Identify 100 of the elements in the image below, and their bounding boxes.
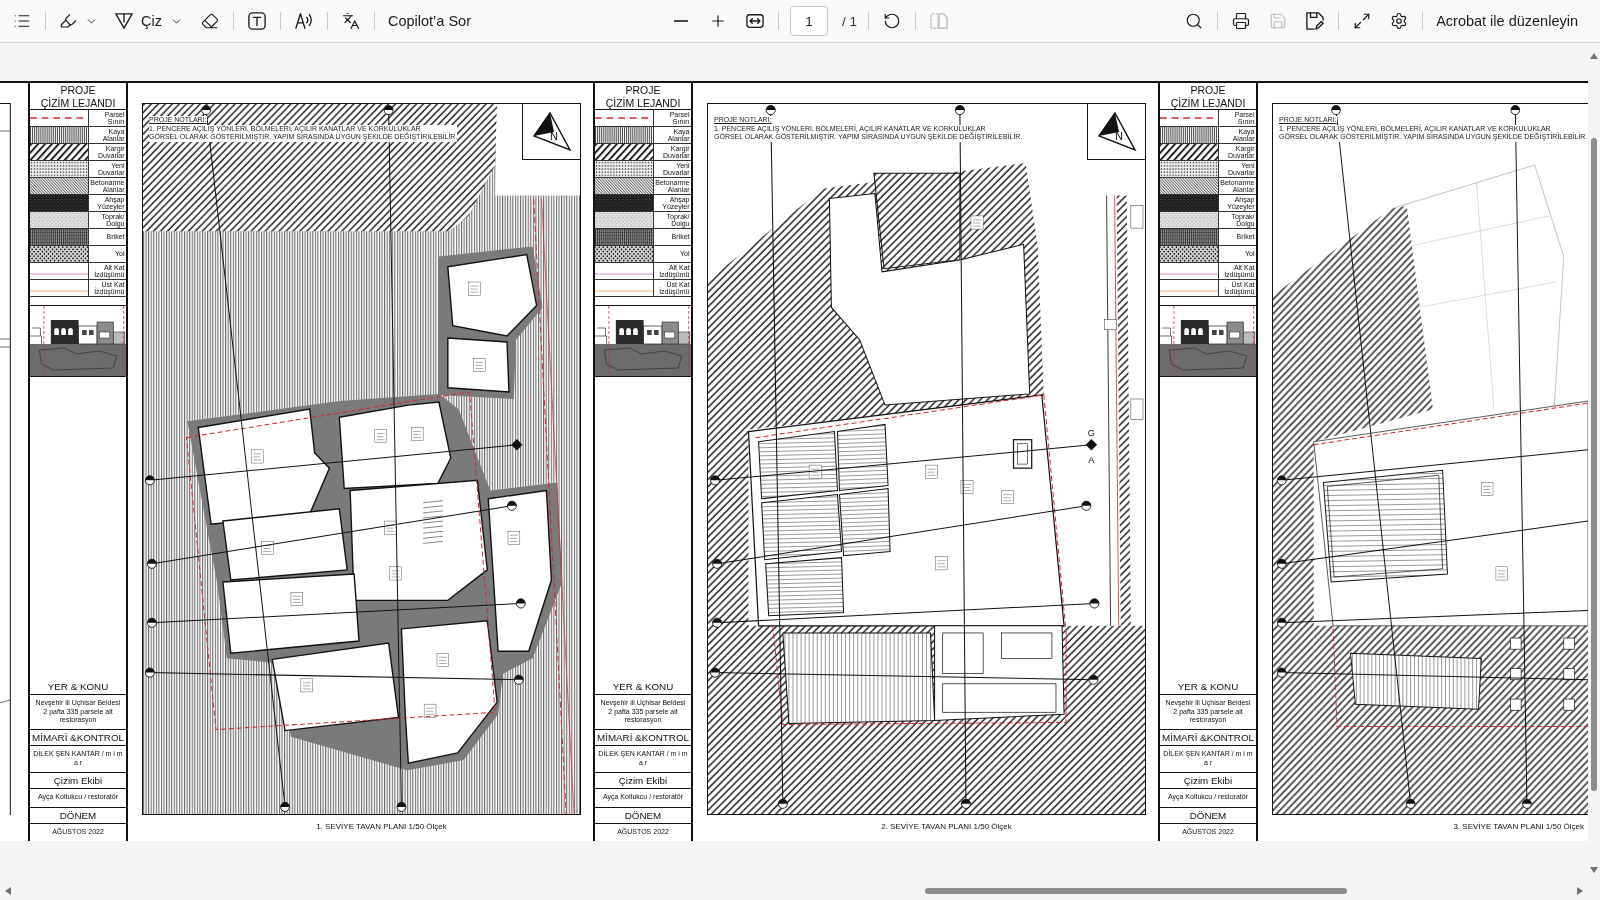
page-count: / 1: [842, 13, 857, 29]
column-square: [1563, 668, 1575, 681]
grid-hatch-swatch-icon: [30, 229, 88, 245]
room-tag: [925, 464, 938, 479]
room-tag: [473, 358, 486, 372]
room-tag: [507, 531, 521, 545]
diagonal-hatch-swatch-icon: [595, 144, 653, 160]
room-tag: [808, 464, 822, 479]
legend-title: PROJE ÇİZİM LEJANDI: [1160, 83, 1256, 110]
room-tag: [423, 703, 437, 718]
room-tag: [384, 520, 397, 535]
room-tag: [374, 429, 387, 443]
plan-caption: 2. SEVİYE TAVAN PLANI 1/50 Ölçek: [881, 822, 1012, 832]
north-arrow-icon: [1096, 111, 1137, 152]
search-icon: [1185, 12, 1204, 30]
room-tag: [290, 592, 303, 606]
plan-caption: 1. SEVİYE TAVAN PLANI 1/50 Ölçek: [316, 822, 447, 832]
legend-title: PROJE ÇİZİM LEJANDI: [595, 83, 691, 110]
title-block-heading: MİMARİ &KONTROL: [30, 729, 126, 746]
column-square: [1510, 698, 1522, 711]
room-tag: [251, 449, 264, 464]
diagonal-hatch-swatch-icon: [1160, 144, 1218, 160]
grid-hatch-swatch-icon: [595, 229, 653, 245]
printer-icon: [1232, 12, 1251, 30]
room-tag: [1001, 490, 1014, 504]
scrollbar-thumb[interactable]: [1591, 138, 1597, 791]
scroll-down-icon[interactable]: [1590, 866, 1598, 874]
thin-line-swatch-icon: [30, 290, 88, 292]
checkered-swatch-icon: [595, 246, 653, 262]
highlighter-icon: [59, 12, 77, 30]
dark-texture-swatch-icon: [30, 195, 88, 211]
text-box-icon: [247, 12, 266, 30]
thin-line-swatch-icon: [595, 273, 653, 275]
dotted-swatch-icon: [30, 161, 88, 177]
thin-line-swatch-icon: [30, 273, 88, 275]
checkered-swatch-icon: [1160, 246, 1218, 262]
read-aloud-icon: [294, 12, 313, 30]
title-block-heading: YER & KONU: [1176, 680, 1240, 695]
page-number-field[interactable]: 1: [790, 6, 828, 36]
title-block-heading: MİMARİ &KONTROL: [595, 729, 691, 746]
title-block-heading: Çizim Ekibi: [30, 772, 126, 789]
title-block-heading: YER & KONU: [46, 680, 110, 695]
copilot-button[interactable]: Copilot’a Sor: [381, 5, 477, 37]
expand-icon: [1353, 12, 1372, 30]
dark-texture-swatch-icon: [1160, 195, 1218, 211]
column-square: [1563, 698, 1575, 711]
title-block-heading: DÖNEM: [30, 806, 126, 823]
two-page-icon: [930, 12, 948, 30]
plan-caption: 3. SEVİYE TAVAN PLANI 1/50 Ölçek: [1453, 822, 1584, 832]
room-tag: [261, 541, 274, 555]
settings-icon: [1390, 12, 1409, 30]
title-block-heading: MİMARİ &KONTROL: [1160, 729, 1256, 746]
save-edit-icon: [1306, 12, 1325, 30]
pen-tip-icon: [115, 12, 133, 30]
speckled-swatch-icon: [1160, 212, 1218, 228]
diagonal-hatch-swatch-icon: [30, 144, 88, 160]
column-square: [1510, 637, 1522, 650]
vertical-hatch-swatch-icon: [1160, 127, 1218, 143]
legend-title: PROJE ÇİZİM LEJANDI: [30, 83, 126, 110]
checkered-swatch-icon: [30, 246, 88, 262]
edit-in-acrobat-button[interactable]: Acrobat ile düzenleyin: [1430, 5, 1584, 37]
title-block-heading: Çizim Ekibi: [1160, 772, 1256, 789]
room-tag: [468, 281, 481, 296]
room-tag: [1481, 482, 1494, 496]
shaft-outline: [1012, 439, 1033, 469]
scrollbar-thumb[interactable]: [925, 888, 1347, 894]
column-square: [1510, 668, 1522, 681]
north-arrow-icon: [531, 111, 572, 152]
scroll-up-icon[interactable]: [1590, 52, 1598, 60]
room-tag: [300, 678, 313, 693]
eraser-icon: [200, 12, 219, 30]
opening-marker: [1104, 319, 1117, 331]
vertical-hatch-swatch-icon: [30, 127, 88, 143]
scroll-left-icon[interactable]: [4, 887, 12, 895]
save-icon: [1269, 12, 1288, 30]
room-tag: [1495, 566, 1508, 581]
list-icon: [13, 12, 31, 30]
scroll-right-icon[interactable]: [1576, 887, 1584, 895]
grid-hatch-swatch-icon: [1160, 229, 1218, 245]
minus-icon: [674, 20, 688, 22]
draw-button[interactable]: Çiz: [109, 5, 189, 37]
column-square: [1563, 637, 1575, 650]
thin-line-swatch-icon: [595, 290, 653, 292]
speckled-swatch-icon: [595, 212, 653, 228]
speckled-swatch-icon: [30, 212, 88, 228]
fine-hatch-swatch-icon: [1160, 178, 1218, 194]
vertical-hatch-swatch-icon: [595, 127, 653, 143]
room-tag: [935, 556, 948, 571]
title-block-heading: DÖNEM: [1160, 806, 1256, 823]
fit-width-icon: [746, 12, 764, 30]
section-letter: G: [1087, 427, 1095, 438]
dotted-swatch-icon: [1160, 161, 1218, 177]
dotted-swatch-icon: [595, 161, 653, 177]
north-letter: N: [1115, 131, 1123, 142]
north-letter: N: [550, 131, 558, 142]
stairs: [422, 500, 444, 544]
thin-line-swatch-icon: [1160, 273, 1218, 275]
title-block-heading: Çizim Ekibi: [595, 772, 691, 789]
title-block-heading: DÖNEM: [595, 806, 691, 823]
fine-hatch-swatch-icon: [30, 178, 88, 194]
